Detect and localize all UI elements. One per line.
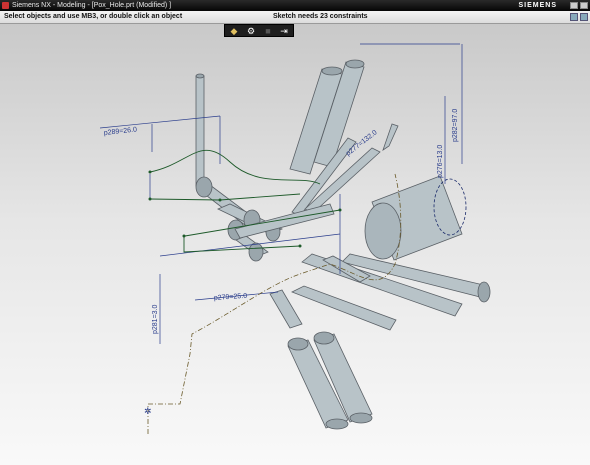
status-bar: Select objects and use MB3, or double cl… (0, 11, 590, 24)
status-help-icon[interactable] (580, 13, 588, 21)
close-window-button[interactable] (580, 2, 588, 9)
dim-label-p279[interactable]: p279=25.0 (214, 293, 248, 302)
window-title: Siemens NX - Modeling - [Pox_Hole.prt (M… (12, 2, 172, 9)
dim-label-p276[interactable]: p276=13.0 (437, 145, 444, 178)
restore-window-button[interactable] (570, 2, 578, 9)
pipe-end-cap (195, 73, 205, 79)
dim-label-p282[interactable]: p282=97.0 (452, 109, 459, 142)
pipe-angled-3[interactable] (382, 123, 399, 151)
dim-label-p289[interactable]: p289=26.0 (103, 127, 137, 137)
pipe-mid-lower-2[interactable] (291, 285, 397, 331)
model-view[interactable]: p289=26.0 p282=97.0 p277=132.0 p276=13.0… (0, 24, 590, 465)
finish-sketch-icon[interactable]: ◆ (227, 26, 241, 36)
dim-label-p281[interactable]: p281=3.0 (152, 305, 159, 334)
siemens-logo: SIEMENS (518, 2, 557, 9)
status-line: Sketch needs 23 constraints (273, 13, 368, 20)
nx-app-icon (2, 2, 9, 9)
exit-sketch-icon[interactable]: ⇥ (277, 26, 291, 36)
cue-line: Select objects and use MB3, or double cl… (4, 13, 183, 20)
title-bar: Siemens NX - Modeling - [Pox_Hole.prt (M… (0, 0, 590, 11)
pipe-vertical-rod[interactable] (195, 75, 205, 187)
settings-gear-icon[interactable]: ⚙ (244, 26, 258, 36)
blank-icon[interactable]: ■ (261, 26, 275, 36)
coordinate-axis-icon: ✲ (144, 406, 152, 416)
pipe-mid-lower-1[interactable] (269, 289, 303, 329)
sketch-toolbar: ◆ ⚙ ■ ⇥ (224, 24, 294, 37)
status-options-icon[interactable] (570, 13, 578, 21)
